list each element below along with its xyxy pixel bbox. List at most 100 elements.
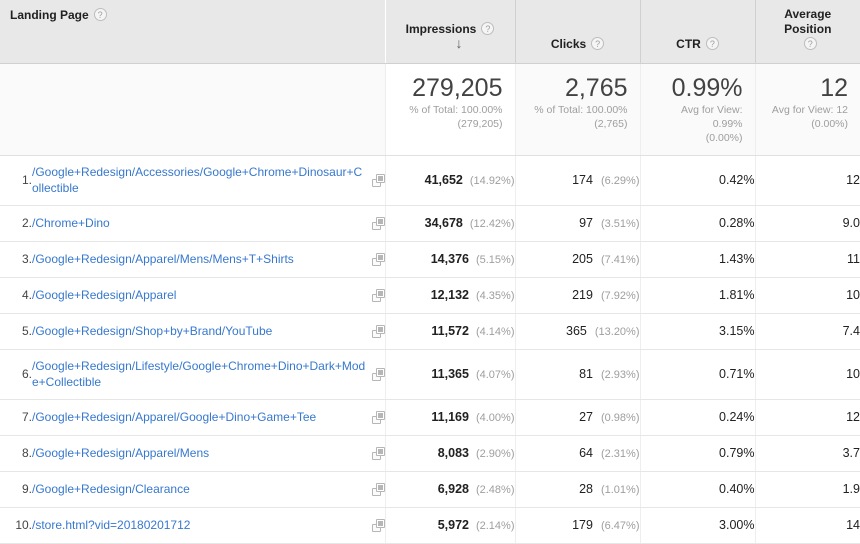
summary-ctr: 0.99% Avg for View: 0.99% (0.00%) xyxy=(639,63,755,156)
table-row: 1./Google+Redesign/Accessories/Google+Ch… xyxy=(0,155,860,206)
help-circle-icon[interactable]: ? xyxy=(93,8,107,22)
summary-value: 2,765 xyxy=(564,73,628,102)
clicks-percent: (1.01%) xyxy=(600,484,640,496)
clicks-value: 179 xyxy=(572,518,593,532)
row-ctr: 3.00% xyxy=(639,507,755,544)
open-in-new-icon[interactable] xyxy=(371,173,385,187)
row-index: 5. xyxy=(0,313,32,350)
summary-row: 279,205 % of Total: 100.00% (279,205) 2,… xyxy=(0,63,860,156)
landing-page-link[interactable]: /Google+Redesign/Apparel/Google+Dino+Gam… xyxy=(32,409,316,425)
average-position-value: 10 xyxy=(846,288,860,302)
impressions-value: 14,376 xyxy=(430,252,469,266)
open-in-new-icon[interactable] xyxy=(371,518,385,532)
help-circle-icon[interactable]: ? xyxy=(591,36,605,50)
ctr-value: 3.00% xyxy=(719,518,755,532)
open-in-new-icon[interactable] xyxy=(371,367,385,381)
row-average-position: 10 xyxy=(754,349,860,400)
row-average-position: 12 xyxy=(754,399,860,436)
row-landing-page-cell: /Google+Redesign/Accessories/Google+Chro… xyxy=(32,155,386,206)
help-circle-icon[interactable]: ? xyxy=(803,36,817,50)
clicks-value: 219 xyxy=(572,288,593,302)
row-index: 2. xyxy=(0,205,32,242)
ctr-value: 1.81% xyxy=(719,288,755,302)
row-clicks: 27 (0.98%) xyxy=(514,399,640,436)
table-row: 6./Google+Redesign/Lifestyle/Google+Chro… xyxy=(0,349,860,400)
row-landing-page-cell: /Google+Redesign/Apparel xyxy=(32,277,386,314)
average-position-value: 14 xyxy=(846,518,860,532)
open-in-new-icon[interactable] xyxy=(371,288,385,302)
row-landing-page-cell: /Google+Redesign/Apparel/Mens xyxy=(32,435,386,472)
clicks-percent: (7.92%) xyxy=(600,290,640,302)
row-clicks: 365 (13.20%) xyxy=(514,313,640,350)
column-header-label: Average Position xyxy=(784,6,832,36)
column-header-average-position[interactable]: Average Position? xyxy=(754,0,860,64)
landing-page-link[interactable]: /Google+Redesign/Lifestyle/Google+Chrome… xyxy=(32,358,366,390)
average-position-value: 12 xyxy=(846,410,860,424)
row-impressions: 34,678 (12.42%) xyxy=(384,205,515,242)
open-in-new-icon[interactable] xyxy=(371,446,385,460)
impressions-percent: (4.35%) xyxy=(475,290,515,302)
row-ctr: 0.79% xyxy=(639,435,755,472)
landing-page-link[interactable]: /store.html?vid=20180201712 xyxy=(32,517,190,533)
ctr-value: 0.71% xyxy=(719,367,755,381)
summary-subline-2: (0.00%) xyxy=(811,117,848,130)
row-ctr: 1.81% xyxy=(639,277,755,314)
row-index: 3. xyxy=(0,241,32,278)
table-row: 10./store.html?vid=20180201712 5,972 (2.14… xyxy=(0,507,860,544)
summary-subline-2: (0.00%) xyxy=(705,131,743,144)
clicks-value: 97 xyxy=(579,216,593,230)
help-circle-icon[interactable]: ? xyxy=(481,21,495,35)
row-average-position: 9.0 xyxy=(754,205,860,242)
landing-page-link[interactable]: /Google+Redesign/Apparel/Mens/Mens+T+Shi… xyxy=(32,251,294,267)
row-landing-page-cell: /Google+Redesign/Apparel/Mens/Mens+T+Shi… xyxy=(32,241,386,278)
row-index: 10. xyxy=(0,507,32,544)
landing-page-link[interactable]: /Google+Redesign/Accessories/Google+Chro… xyxy=(32,164,366,196)
table-row: 7./Google+Redesign/Apparel/Google+Dino+G… xyxy=(0,399,860,436)
row-impressions: 8,083 (2.90%) xyxy=(384,435,515,472)
landing-page-link[interactable]: /Google+Redesign/Apparel xyxy=(32,287,176,303)
clicks-value: 64 xyxy=(579,446,593,460)
average-position-value: 9.0 xyxy=(842,216,860,230)
sort-arrow-down-icon[interactable]: ↓ xyxy=(452,36,466,50)
row-ctr: 1.43% xyxy=(639,241,755,278)
column-header-clicks[interactable]: Clicks? xyxy=(514,0,640,64)
landing-page-link[interactable]: /Google+Redesign/Clearance xyxy=(32,481,190,497)
clicks-percent: (7.41%) xyxy=(600,254,640,266)
row-average-position: 3.7 xyxy=(754,435,860,472)
average-position-value: 10 xyxy=(846,367,860,381)
open-in-new-icon[interactable] xyxy=(371,216,385,230)
ctr-value: 0.42% xyxy=(719,173,755,187)
table-body: 1./Google+Redesign/Accessories/Google+Ch… xyxy=(0,155,860,544)
row-clicks: 219 (7.92%) xyxy=(514,277,640,314)
open-in-new-icon[interactable] xyxy=(371,482,385,496)
row-average-position: 12 xyxy=(754,155,860,206)
ctr-value: 3.15% xyxy=(719,324,755,338)
column-header-ctr[interactable]: CTR? xyxy=(639,0,755,64)
summary-value: 279,205 xyxy=(412,73,503,102)
row-average-position: 11 xyxy=(754,241,860,278)
clicks-percent: (2.31%) xyxy=(600,448,640,460)
column-header-label: Impressions xyxy=(405,21,477,36)
summary-subline-1: Avg for View: 0.99% xyxy=(681,103,743,130)
row-clicks: 179 (6.47%) xyxy=(514,507,640,544)
impressions-percent: (4.07%) xyxy=(475,369,515,381)
impressions-percent: (2.14%) xyxy=(475,520,515,532)
column-header-landing-page[interactable]: Landing Page? xyxy=(0,0,386,64)
impressions-value: 11,365 xyxy=(431,367,469,381)
ctr-value: 0.24% xyxy=(719,410,755,424)
impressions-value: 41,652 xyxy=(424,173,463,187)
help-circle-icon[interactable]: ? xyxy=(705,36,719,50)
clicks-percent: (6.47%) xyxy=(600,520,640,532)
landing-page-link[interactable]: /Google+Redesign/Apparel/Mens xyxy=(32,445,209,461)
table-row: 9./Google+Redesign/Clearance 6,928 (2.48%)… xyxy=(0,471,860,508)
summary-average-position: 12 Avg for View: 12 (0.00%) xyxy=(754,63,860,156)
ctr-value: 0.28% xyxy=(719,216,755,230)
open-in-new-icon[interactable] xyxy=(371,324,385,338)
open-in-new-icon[interactable] xyxy=(371,410,385,424)
column-header-impressions[interactable]: Impressions ? ↓ xyxy=(384,0,515,64)
open-in-new-icon[interactable] xyxy=(371,252,385,266)
row-impressions: 11,365 (4.07%) xyxy=(384,349,515,400)
landing-page-link[interactable]: /Chrome+Dino xyxy=(32,215,110,231)
table-row: 5./Google+Redesign/Shop+by+Brand/YouTube… xyxy=(0,313,860,350)
landing-page-link[interactable]: /Google+Redesign/Shop+by+Brand/YouTube xyxy=(32,323,272,339)
